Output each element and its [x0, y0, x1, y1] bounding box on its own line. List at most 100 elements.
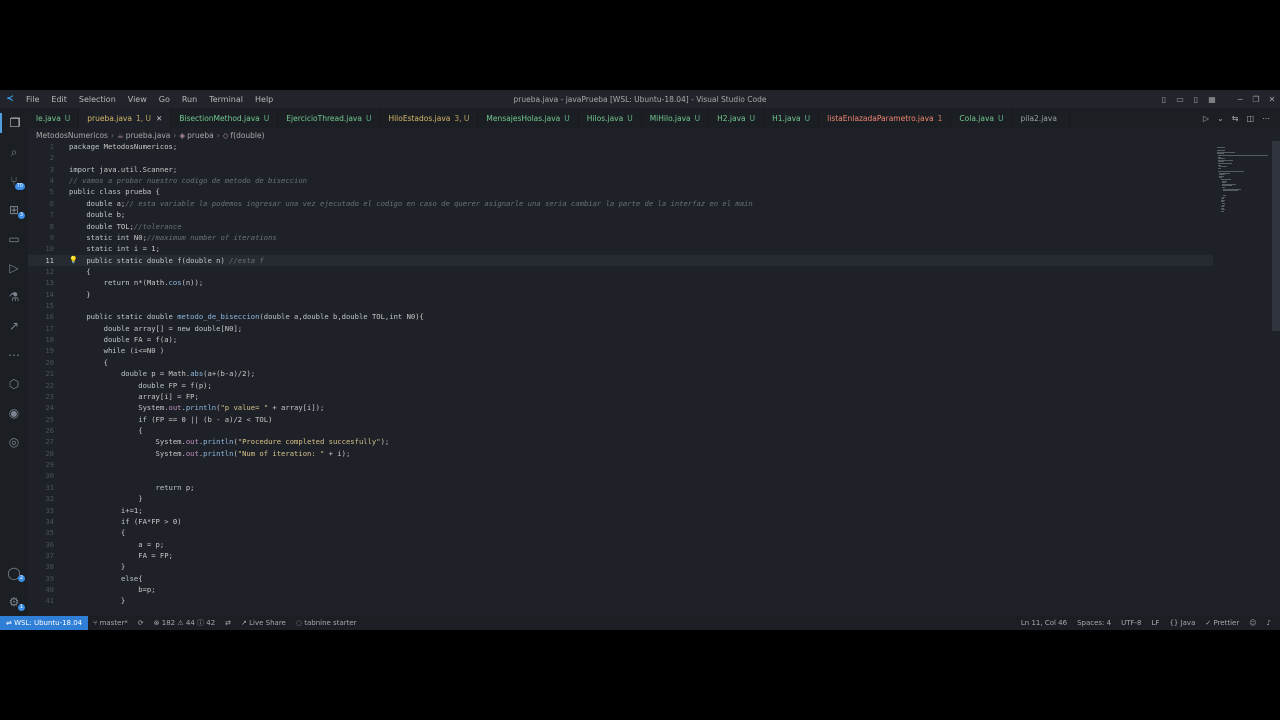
- code-line[interactable]: 20 {: [28, 357, 1213, 368]
- tab-cola-java[interactable]: Cola.java U: [951, 108, 1013, 128]
- minimize-icon[interactable]: ─: [1232, 95, 1248, 104]
- tab-hilos-java[interactable]: Hilos.java U: [579, 108, 642, 128]
- explorer-icon[interactable]: ❐: [0, 113, 28, 133]
- source-control-icon[interactable]: ⑂ 70: [0, 171, 28, 191]
- menu-file[interactable]: File: [20, 95, 45, 104]
- code-line[interactable]: 38 }: [28, 561, 1213, 572]
- tab-mensajesholas-java[interactable]: MensajesHolas.java U: [478, 108, 579, 128]
- breadcrumb-method[interactable]: f(double): [231, 131, 265, 140]
- docker-icon[interactable]: ⬡: [0, 374, 28, 394]
- code-line[interactable]: 15: [28, 300, 1213, 311]
- tab-prueba-java[interactable]: prueba.java 1, U ✕: [79, 108, 172, 128]
- code-line[interactable]: 36 a = p;: [28, 539, 1213, 550]
- split-editor-icon[interactable]: ◫: [1242, 114, 1258, 123]
- code-line[interactable]: 6 double a;// esta variable la podemos i…: [28, 198, 1213, 209]
- code-line[interactable]: 29: [28, 459, 1213, 470]
- code-line[interactable]: 28 System.out.println("Num of iteration:…: [28, 448, 1213, 459]
- end-of-line[interactable]: LF: [1147, 619, 1165, 627]
- more-icon[interactable]: ⋯: [0, 345, 28, 365]
- code-line[interactable]: 12 {: [28, 266, 1213, 277]
- menu-terminal[interactable]: Terminal: [203, 95, 249, 104]
- open-changes-icon[interactable]: ⇆: [1228, 114, 1243, 123]
- code-line[interactable]: 7 double b;: [28, 209, 1213, 220]
- accounts-icon[interactable]: ◯ 2: [0, 563, 28, 583]
- tab-h1-java[interactable]: H1.java U: [764, 108, 820, 128]
- indentation[interactable]: Spaces: 4: [1072, 619, 1116, 627]
- edge-icon[interactable]: ◎: [0, 432, 28, 452]
- more-actions-icon[interactable]: ⋯: [1258, 114, 1274, 123]
- code-line[interactable]: 32 }: [28, 493, 1213, 504]
- toggle-primary-sidebar-icon[interactable]: ▯: [1156, 95, 1172, 104]
- breadcrumb-class[interactable]: prueba: [187, 131, 214, 140]
- cursor-position[interactable]: Ln 11, Col 46: [1016, 619, 1072, 627]
- settings-gear-icon[interactable]: ⚙ 1: [0, 592, 28, 612]
- tab-pila2-java[interactable]: pila2.java: [1013, 108, 1070, 128]
- tab-bisectionmethod-java[interactable]: BisectionMethod.java U: [171, 108, 279, 128]
- port-icon[interactable]: ⇄: [220, 619, 236, 627]
- code-line[interactable]: 18 double FA = f(a);: [28, 334, 1213, 345]
- tab-h2-java[interactable]: H2.java U: [709, 108, 765, 128]
- problems-indicator[interactable]: ⊗ 182 ⚠ 44 ⓘ 42: [149, 618, 221, 628]
- toggle-secondary-sidebar-icon[interactable]: ▯: [1188, 95, 1204, 104]
- breadcrumb-folder[interactable]: MetodosNumericos: [36, 131, 108, 140]
- code-line[interactable]: 23 array[i] = FP;: [28, 391, 1213, 402]
- code-line[interactable]: 24 System.out.println("p value= " + arra…: [28, 402, 1213, 413]
- code-line[interactable]: 17 double array[] = new double[N0];: [28, 323, 1213, 334]
- minimap[interactable]: [1213, 141, 1273, 616]
- sync-icon[interactable]: ⟳: [133, 619, 149, 627]
- code-line[interactable]: 14 }: [28, 289, 1213, 300]
- code-line[interactable]: 2: [28, 152, 1213, 163]
- code-line[interactable]: 5 public class prueba {: [28, 186, 1213, 197]
- language-mode[interactable]: {} Java: [1164, 619, 1200, 627]
- code-line[interactable]: 21 double p = Math.abs(a+(b-a)/2);: [28, 368, 1213, 379]
- tab-le-java[interactable]: le.java U: [28, 108, 80, 128]
- code-editor[interactable]: 1 package MetodosNumericos; 2 3 import java.…: [28, 141, 1213, 616]
- prettier-button[interactable]: ✓ Prettier: [1200, 619, 1244, 627]
- github-icon[interactable]: ◉: [0, 403, 28, 423]
- code-line[interactable]: 8 double TOL;//tolerance: [28, 221, 1213, 232]
- run-dropdown-icon[interactable]: ⌄: [1213, 114, 1228, 123]
- restore-icon[interactable]: ❐: [1248, 95, 1264, 104]
- tab-listaenlazadaparametro-java[interactable]: listaEnlazadaParametro.java 1: [819, 108, 952, 128]
- code-line[interactable]: 30: [28, 470, 1213, 481]
- code-line[interactable]: 22 double FP = f(p);: [28, 380, 1213, 391]
- toggle-panel-icon[interactable]: ▭: [1172, 95, 1188, 104]
- code-line[interactable]: 26 {: [28, 425, 1213, 436]
- code-line[interactable]: 19 while (i<=N0 ): [28, 345, 1213, 356]
- code-line[interactable]: 1 package MetodosNumericos;: [28, 141, 1213, 152]
- code-line[interactable]: 25 if (FP == 0 || (b - a)/2 < TOL): [28, 414, 1213, 425]
- code-line[interactable]: 4 // vamos a probar nuestro codigo de met…: [28, 175, 1213, 186]
- close-tab-icon[interactable]: ✕: [156, 114, 162, 123]
- code-line[interactable]: 41 }: [28, 595, 1213, 606]
- tab-mihilo-java[interactable]: MiHilo.java U: [642, 108, 710, 128]
- run-icon[interactable]: ▷: [1199, 114, 1213, 123]
- code-line[interactable]: 3 import java.util.Scanner;: [28, 164, 1213, 175]
- encoding[interactable]: UTF-8: [1116, 619, 1146, 627]
- code-line[interactable]: 34 if (FA*FP > 0): [28, 516, 1213, 527]
- menu-edit[interactable]: Edit: [45, 95, 73, 104]
- menu-selection[interactable]: Selection: [73, 95, 122, 104]
- code-line[interactable]: 33 i+=1;: [28, 505, 1213, 516]
- code-line[interactable]: 10 static int i = 1;: [28, 243, 1213, 254]
- close-window-icon[interactable]: ✕: [1264, 95, 1280, 104]
- code-line[interactable]: 31 return p;: [28, 482, 1213, 493]
- menu-go[interactable]: Go: [153, 95, 176, 104]
- tab-ejerciciothread-java[interactable]: EjercicioThread.java U: [278, 108, 381, 128]
- code-line[interactable]: 16 public static double metodo_de_bisecc…: [28, 311, 1213, 322]
- remote-explorer-icon[interactable]: ▭: [0, 229, 28, 249]
- customize-layout-icon[interactable]: ▦: [1204, 95, 1220, 104]
- live-share-button[interactable]: ↗ Live Share: [236, 619, 291, 627]
- extensions-icon[interactable]: ⊞ 3: [0, 200, 28, 220]
- code-line[interactable]: 13 return n*(Math.cos(n));: [28, 277, 1213, 288]
- branch-indicator[interactable]: ⑂ master*: [88, 619, 133, 627]
- code-line[interactable]: 35 {: [28, 527, 1213, 538]
- tabnine-button[interactable]: ◌ tabnine starter: [291, 619, 362, 627]
- feedback-icon[interactable]: ☺: [1244, 619, 1261, 627]
- breadcrumb-file[interactable]: prueba.java: [126, 131, 171, 140]
- testing-icon[interactable]: ⚗: [0, 287, 28, 307]
- menu-view[interactable]: View: [122, 95, 153, 104]
- run-debug-icon[interactable]: ▷: [0, 258, 28, 278]
- menu-run[interactable]: Run: [176, 95, 203, 104]
- code-line[interactable]: 37 FA = FP;: [28, 550, 1213, 561]
- code-line[interactable]: 27 System.out.println("Procedure complet…: [28, 436, 1213, 447]
